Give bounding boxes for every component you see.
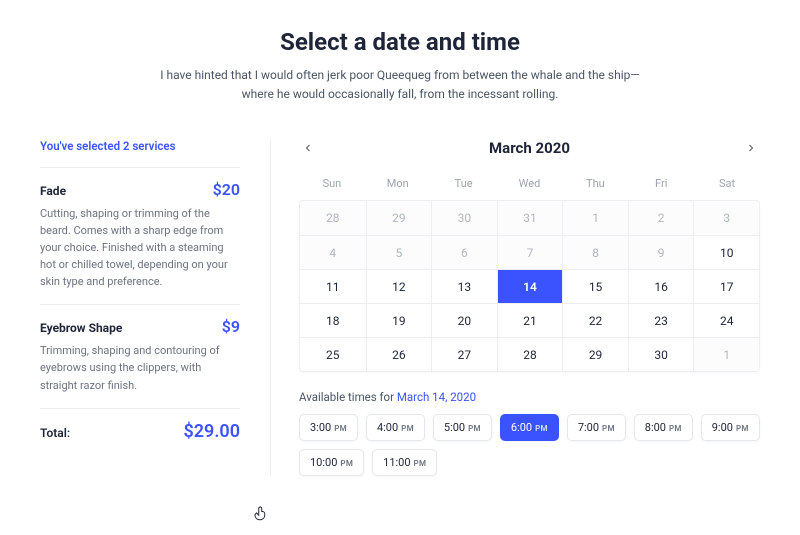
- service-description: Trimming, shaping and contouring of eyeb…: [40, 342, 240, 393]
- calendar-day[interactable]: 10: [693, 235, 759, 269]
- service-price: $20: [213, 180, 240, 199]
- cursor-icon: [252, 504, 270, 522]
- calendar-month: March 2020: [489, 139, 570, 157]
- time-slot-ampm: PM: [535, 424, 548, 433]
- calendar-day[interactable]: 29: [562, 337, 628, 371]
- service-name: Fade: [40, 184, 66, 198]
- time-slot[interactable]: 10:00PM: [299, 449, 364, 476]
- calendar-day[interactable]: 28: [497, 337, 563, 371]
- calendar-dow: Wed: [497, 171, 563, 196]
- total-value: $29.00: [183, 421, 240, 442]
- calendar-day[interactable]: 18: [300, 303, 366, 337]
- calendar-day[interactable]: 30: [628, 337, 694, 371]
- time-slot[interactable]: 9:00PM: [701, 414, 760, 441]
- service-item: Eyebrow Shape $9 Trimming, shaping and c…: [40, 317, 240, 393]
- available-times-label: Available times for March 14, 2020: [299, 390, 760, 404]
- service-description: Cutting, shaping or trimming of the bear…: [40, 205, 240, 290]
- available-times-date: March 14, 2020: [397, 390, 476, 404]
- calendar-day[interactable]: 24: [693, 303, 759, 337]
- calendar-day[interactable]: 26: [366, 337, 432, 371]
- calendar-day: 1: [693, 337, 759, 371]
- calendar-day[interactable]: 19: [366, 303, 432, 337]
- divider: [40, 167, 240, 168]
- calendar-day: 7: [497, 235, 563, 269]
- calendar-day: 1: [562, 201, 628, 235]
- time-slot-ampm: PM: [340, 459, 353, 468]
- calendar-day[interactable]: 22: [562, 303, 628, 337]
- calendar-day: 5: [366, 235, 432, 269]
- calendar-day: 6: [431, 235, 497, 269]
- calendar-dow: Sat: [694, 171, 760, 196]
- calendar-day: 2: [628, 201, 694, 235]
- time-slot-ampm: PM: [414, 459, 427, 468]
- time-slot-time: 7:00: [578, 421, 599, 434]
- calendar-day[interactable]: 15: [562, 269, 628, 303]
- time-slot[interactable]: 8:00PM: [634, 414, 693, 441]
- calendar-day: 4: [300, 235, 366, 269]
- time-slot[interactable]: 6:00PM: [500, 414, 559, 441]
- time-slot-ampm: PM: [334, 424, 347, 433]
- time-slot-time: 8:00: [645, 421, 666, 434]
- calendar-day[interactable]: 20: [431, 303, 497, 337]
- service-item: Fade $20 Cutting, shaping or trimming of…: [40, 180, 240, 290]
- calendar-day[interactable]: 16: [628, 269, 694, 303]
- total-label: Total:: [40, 426, 70, 440]
- divider: [40, 304, 240, 305]
- calendar-day[interactable]: 21: [497, 303, 563, 337]
- divider: [40, 408, 240, 409]
- calendar-dow: Tue: [431, 171, 497, 196]
- calendar-day[interactable]: 27: [431, 337, 497, 371]
- total-row: Total: $29.00: [40, 421, 240, 442]
- time-slot[interactable]: 3:00PM: [299, 414, 358, 441]
- calendar-day[interactable]: 12: [366, 269, 432, 303]
- page-subtitle: I have hinted that I would often jerk po…: [145, 66, 655, 103]
- calendar-day[interactable]: 11: [300, 269, 366, 303]
- calendar-dow: Mon: [365, 171, 431, 196]
- calendar-day[interactable]: 13: [431, 269, 497, 303]
- calendar-day: 28: [300, 201, 366, 235]
- calendar-day[interactable]: 14: [497, 269, 563, 303]
- time-slot-time: 10:00: [310, 456, 337, 469]
- calendar-day: 31: [497, 201, 563, 235]
- time-slot-ampm: PM: [736, 424, 749, 433]
- service-name: Eyebrow Shape: [40, 321, 122, 335]
- calendar-day: 30: [431, 201, 497, 235]
- time-slot-time: 4:00: [377, 421, 398, 434]
- calendar-day[interactable]: 23: [628, 303, 694, 337]
- next-month-button[interactable]: [742, 139, 760, 157]
- time-slot-ampm: PM: [602, 424, 615, 433]
- calendar-day[interactable]: 25: [300, 337, 366, 371]
- service-price: $9: [222, 317, 240, 336]
- time-slot[interactable]: 7:00PM: [567, 414, 626, 441]
- time-slot-time: 3:00: [310, 421, 331, 434]
- page-title: Select a date and time: [40, 28, 760, 56]
- prev-month-button[interactable]: [299, 139, 317, 157]
- time-slot-time: 9:00: [712, 421, 733, 434]
- calendar-dow: Sun: [299, 171, 365, 196]
- time-slot[interactable]: 5:00PM: [433, 414, 492, 441]
- time-slot-time: 6:00: [511, 421, 532, 434]
- available-times-text: Available times for: [299, 390, 397, 404]
- time-slot-time: 11:00: [383, 456, 410, 469]
- calendar-dow: Fri: [628, 171, 694, 196]
- calendar-dow: Thu: [562, 171, 628, 196]
- time-slot[interactable]: 11:00 PM: [372, 449, 437, 476]
- time-slot-ampm: PM: [669, 424, 682, 433]
- summary-panel: You've selected 2 services Fade $20 Cutt…: [40, 139, 240, 476]
- time-slot[interactable]: 4:00PM: [366, 414, 425, 441]
- time-slot-ampm: PM: [401, 424, 414, 433]
- calendar-day[interactable]: 17: [693, 269, 759, 303]
- calendar-day: 29: [366, 201, 432, 235]
- calendar-panel: March 2020 SunMonTueWedThuFriSat 2829303…: [270, 139, 760, 476]
- summary-header: You've selected 2 services: [40, 139, 240, 153]
- calendar-day: 8: [562, 235, 628, 269]
- time-slot-time: 5:00: [444, 421, 465, 434]
- calendar-day: 3: [693, 201, 759, 235]
- calendar-day: 9: [628, 235, 694, 269]
- time-slot-ampm: PM: [468, 424, 481, 433]
